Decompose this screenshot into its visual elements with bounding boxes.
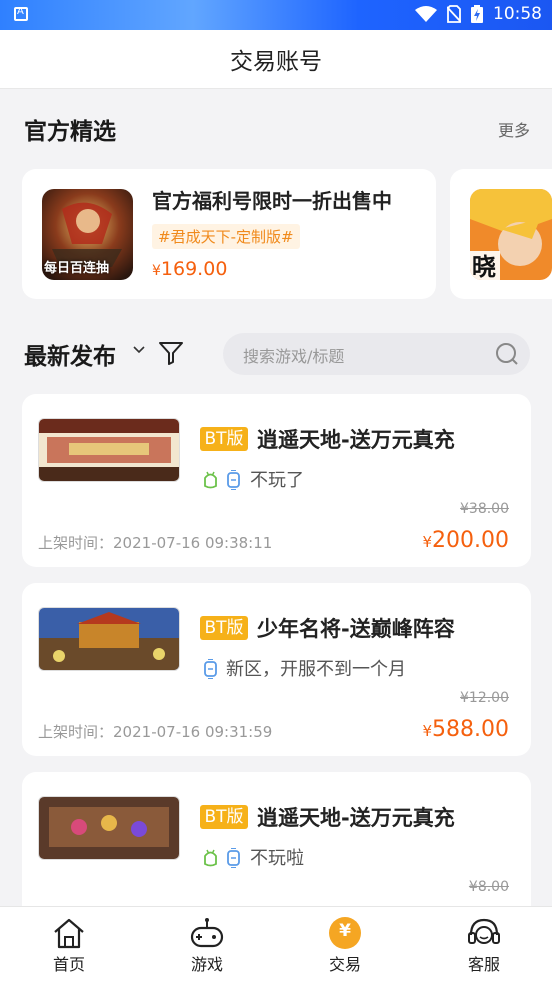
listing-description: 新区，开服不到一个月 (226, 659, 406, 680)
listing-title: 逍遥天地-送万元真充 (257, 428, 455, 452)
listing-thumbnail (38, 607, 180, 671)
wifi-icon (415, 6, 437, 22)
search-placeholder: 搜索游戏/标题 (243, 347, 345, 366)
headset-icon (468, 918, 500, 944)
nav-support[interactable]: 客服 (444, 915, 524, 975)
bt-badge: BT版 (200, 616, 248, 640)
listing-thumbnail (38, 418, 180, 482)
latest-section-title[interactable]: 最新发布 (24, 337, 116, 371)
nav-games[interactable]: 游戏 (167, 915, 247, 975)
search-icon[interactable] (494, 341, 520, 367)
featured-tag: #君成天下-定制版# (152, 224, 300, 249)
status-bar: 10:58 (0, 0, 552, 30)
no-sim-icon (447, 5, 461, 23)
gamepad-icon (190, 918, 224, 948)
nav-support-label: 客服 (467, 955, 500, 974)
list-item[interactable]: BT版 少年名将-送巅峰阵容 新区，开服不到一个月 ¥12.00 上架时间：20… (22, 583, 531, 756)
bt-badge: BT版 (200, 427, 248, 451)
nav-games-label: 游戏 (190, 955, 223, 974)
official-section-title: 官方精选 (24, 119, 116, 145)
list-item[interactable]: BT版 逍遥天地-送万元真充 不玩了 ¥38.00 上架时间：2021-07-1… (22, 394, 531, 567)
chevron-down-icon[interactable] (132, 345, 146, 355)
ios-device-icon (227, 848, 240, 868)
ios-device-icon (227, 470, 240, 490)
official-section-header: 官方精选 更多 (24, 112, 530, 146)
listing-description: 不玩啦 (250, 848, 304, 869)
yen-coin-icon: ¥ (327, 915, 363, 951)
android-icon (204, 849, 217, 867)
yen-glyph: ¥ (339, 921, 351, 941)
featured-image-caption-2: 晓 (472, 253, 496, 280)
featured-image-caption: 每日百连抽 (44, 261, 110, 276)
ios-device-icon (204, 659, 217, 679)
listing-title: 少年名将-送巅峰阵容 (257, 617, 455, 641)
battery-icon (471, 5, 483, 23)
home-icon (54, 918, 84, 949)
page-title: 交易账号 (230, 49, 322, 75)
listing-title: 逍遥天地-送万元真充 (257, 806, 455, 830)
featured-price: ¥169.00 (152, 258, 228, 280)
bt-badge: BT版 (200, 805, 248, 829)
title-bar: 交易账号 (0, 30, 552, 89)
listing-description: 不玩了 (250, 470, 304, 491)
listing-thumbnail (38, 796, 180, 860)
app-notification-icon (14, 6, 28, 21)
listing-time: 上架时间：2021-07-16 09:31:59 (38, 723, 273, 741)
featured-game-image: 每日百连抽 (42, 189, 133, 280)
featured-card[interactable]: 每日百连抽 官方福利号限时一折出售中 #君成天下-定制版# ¥169.00 (22, 169, 436, 299)
nav-home[interactable]: 首页 (29, 915, 109, 975)
original-price: ¥38.00 (460, 501, 509, 517)
android-icon (204, 471, 217, 489)
nav-trade[interactable]: ¥ 交易 (305, 915, 385, 975)
status-icons: 10:58 (415, 4, 542, 24)
filter-icon[interactable] (158, 340, 184, 366)
clock: 10:58 (493, 4, 542, 24)
featured-game-image-2: 晓 (470, 189, 552, 280)
more-link[interactable]: 更多 (498, 117, 530, 141)
search-input[interactable]: 搜索游戏/标题 (223, 333, 530, 375)
listing-price: ¥200.00 (422, 528, 509, 553)
original-price: ¥8.00 (468, 879, 509, 895)
listing-time: 上架时间：2021-07-16 09:38:11 (38, 534, 273, 552)
featured-card-2[interactable]: 晓 (450, 169, 552, 299)
latest-filter-row: 最新发布 搜索游戏/标题 (24, 333, 530, 375)
bottom-nav: 首页 游戏 ¥ 交易 客服 (0, 906, 552, 982)
nav-home-label: 首页 (52, 955, 85, 974)
nav-trade-label: 交易 (328, 955, 361, 974)
original-price: ¥12.00 (460, 690, 509, 706)
featured-title: 官方福利号限时一折出售中 (152, 189, 392, 213)
listing-price: ¥588.00 (422, 717, 509, 742)
